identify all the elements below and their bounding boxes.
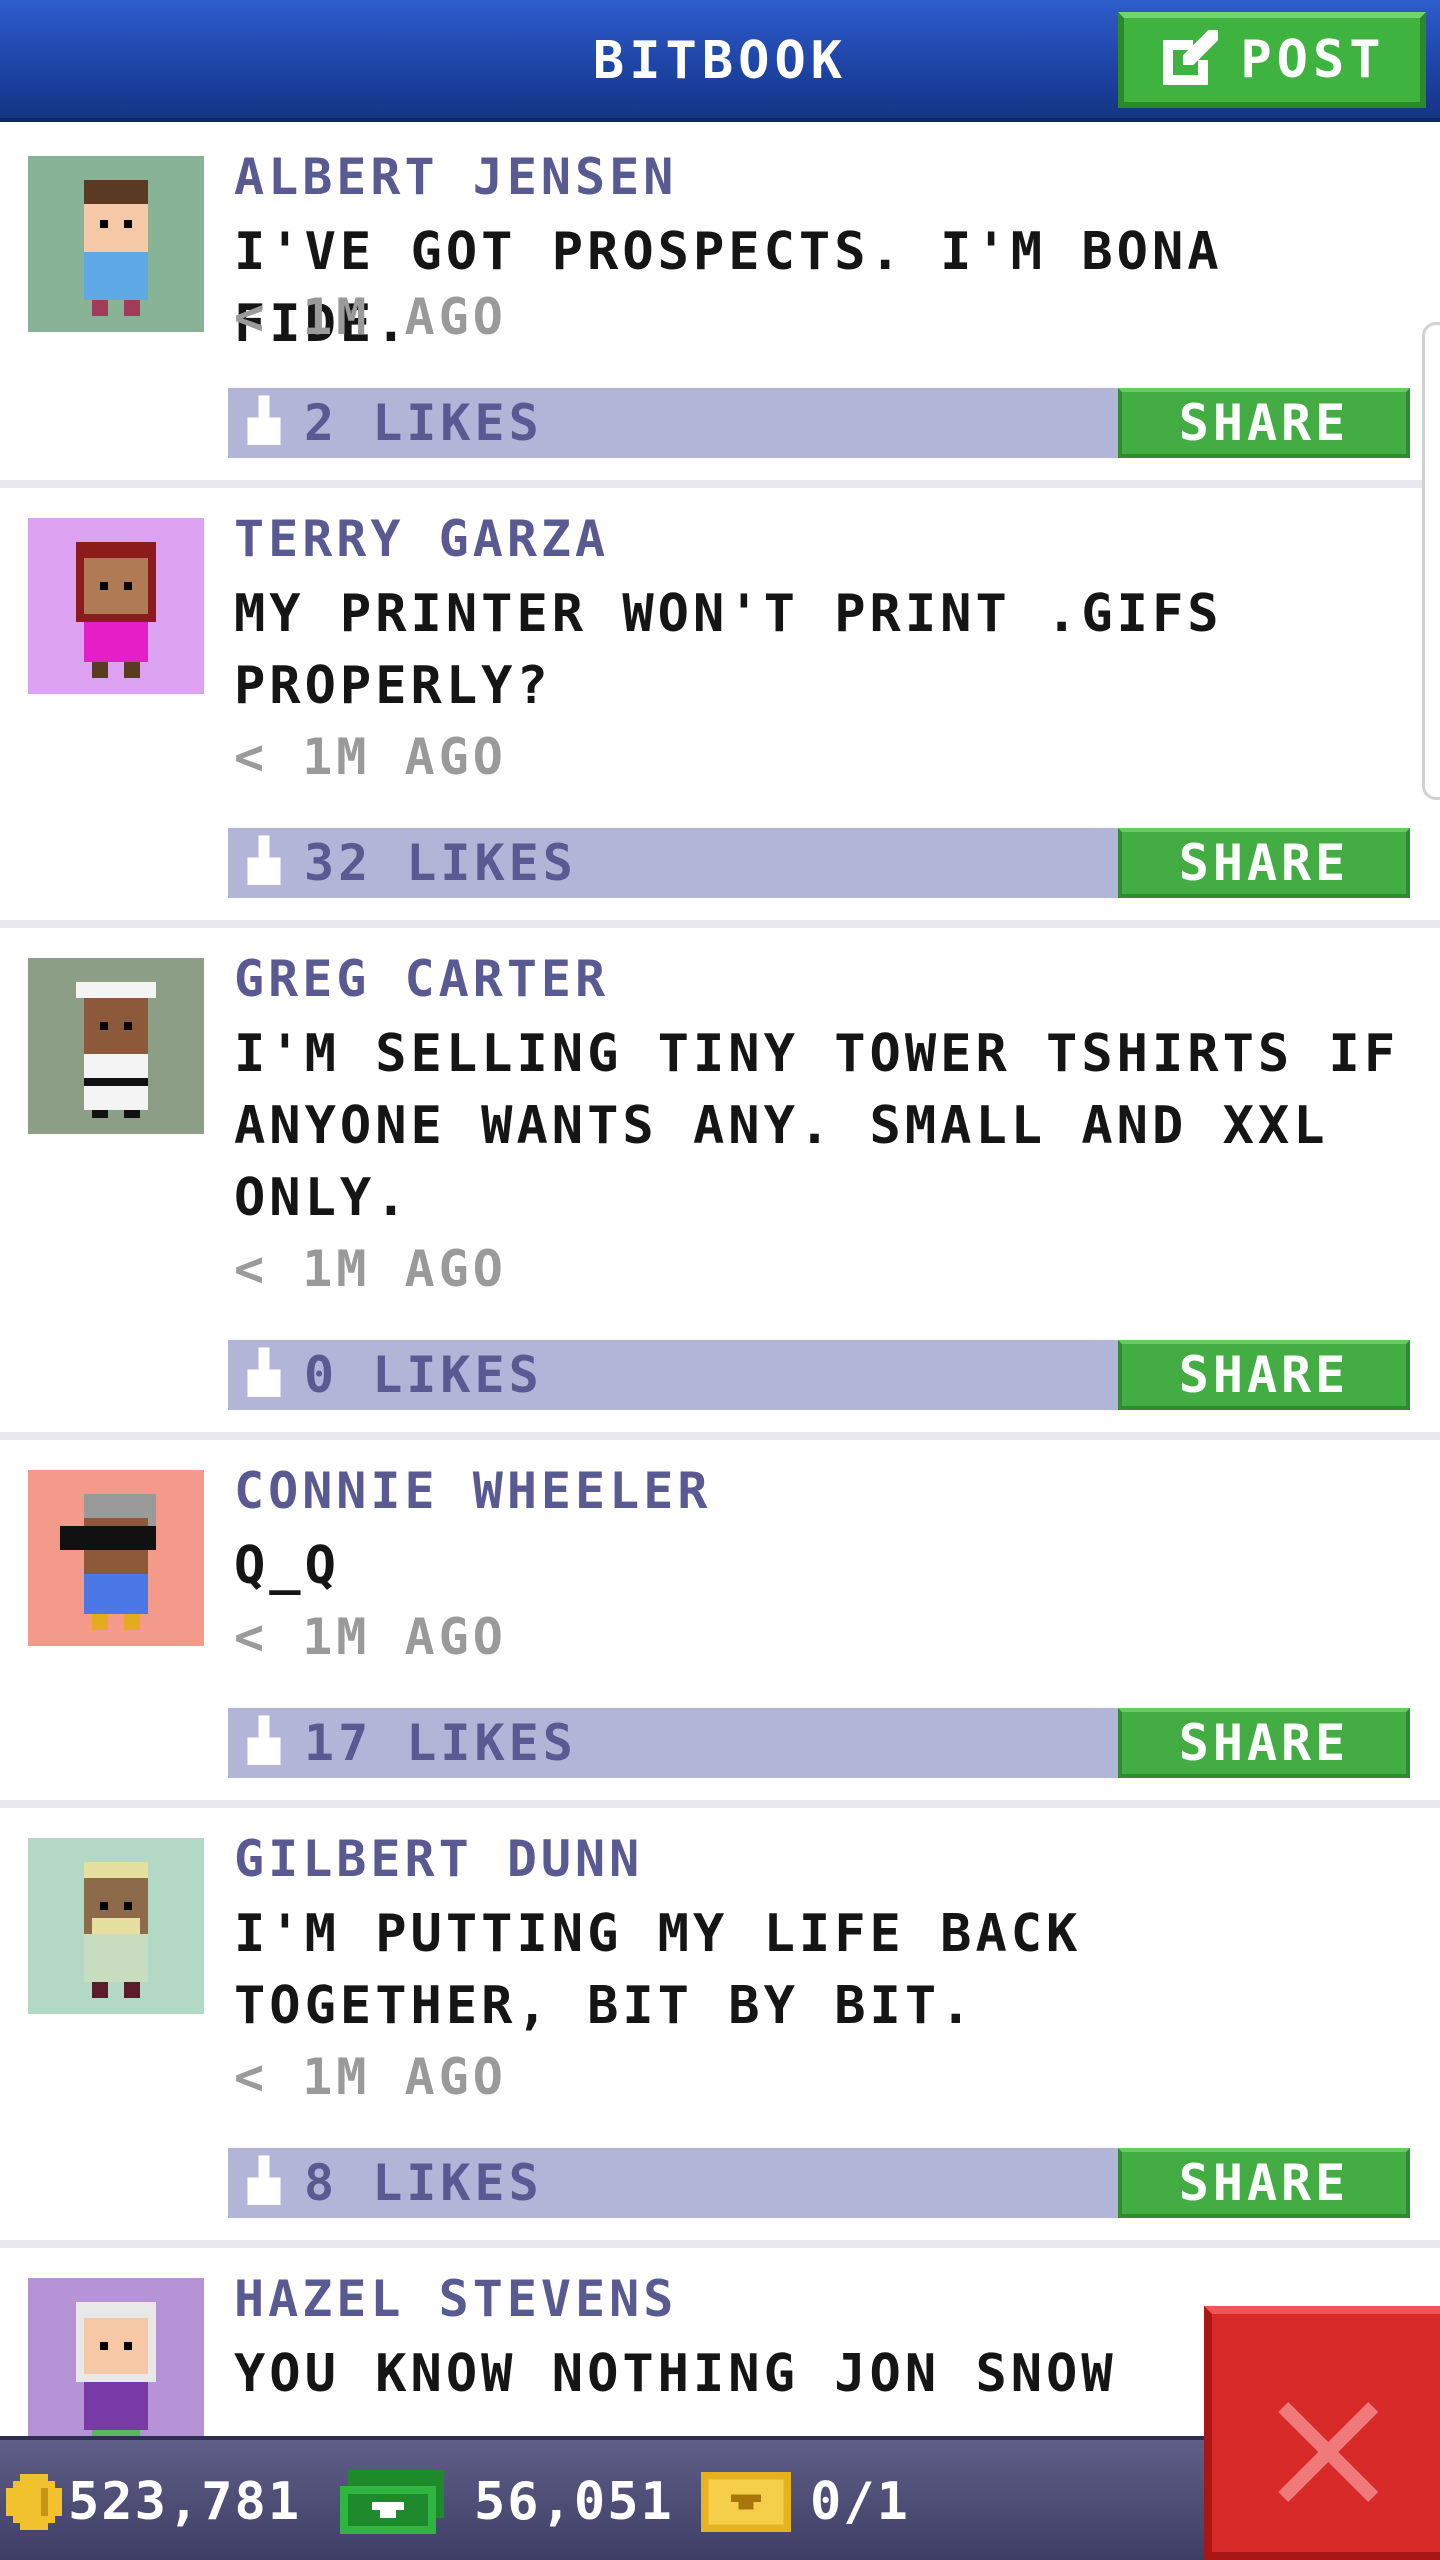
like-button[interactable]: 8 LIKES SHARE [228,2148,1410,2218]
feed[interactable]: ALBERT JENSEN I'VE GOT PROSPECTS. I'M BO… [0,126,1440,2436]
edit-icon [1163,30,1219,85]
post-author[interactable]: GILBERT DUNN [234,1830,643,1888]
post-item: GREG CARTER I'M SELLING TINY TOWER TSHIR… [0,928,1440,1440]
close-button[interactable] [1204,2306,1440,2560]
post-time: < 1M AGO [234,2048,507,2106]
post-time: < 1M AGO [234,1608,507,1666]
likes-count: 32 LIKES [304,834,577,892]
post-author[interactable]: GREG CARTER [234,950,609,1008]
header-bar: BITBOOK POST [0,0,1440,122]
post-item: GILBERT DUNN I'M PUTTING MY LIFE BACK TO… [0,1808,1440,2248]
thumbs-up-icon [247,1347,281,1397]
post-message: I'M PUTTING MY LIFE BACK TOGETHER, BIT B… [234,1904,1082,2036]
post-message: I'M SELLING TINY TOWER TSHIRTS IF ANYONE… [234,1024,1400,1228]
likes-count: 2 LIKES [304,394,543,452]
avatar[interactable] [28,1470,204,1646]
share-button[interactable]: SHARE [1118,2148,1410,2218]
share-button[interactable]: SHARE [1118,1340,1410,1410]
post-time: < 1M AGO [234,288,507,346]
post-time: < 1M AGO [234,1240,507,1298]
like-button[interactable]: 2 LIKES SHARE [228,388,1410,458]
share-button[interactable]: SHARE [1118,1708,1410,1778]
bux-display: 56,051 [340,2440,674,2560]
bux-icon [340,2470,444,2534]
post-item: TERRY GARZA MY PRINTER WON'T PRINT .GIFS… [0,488,1440,928]
post-author[interactable]: ALBERT JENSEN [234,148,677,206]
avatar[interactable] [28,518,204,694]
thumbs-up-icon [247,2155,281,2205]
coin-icon [6,2474,62,2530]
like-button[interactable]: 0 LIKES SHARE [228,1340,1410,1410]
avatar[interactable] [28,156,204,332]
avatar[interactable] [28,2278,204,2436]
ticket-icon [701,2472,791,2532]
coins-display: 523,781 [6,2440,301,2560]
post-author[interactable]: HAZEL STEVENS [234,2270,677,2328]
post-message: Q_Q [234,1536,340,1596]
post-button-label: POST [1240,30,1386,90]
post-button[interactable]: POST [1118,12,1426,108]
likes-count: 17 LIKES [304,1714,577,1772]
coins-value: 523,781 [68,2472,302,2532]
avatar[interactable] [28,958,204,1134]
thumbs-up-icon [247,1715,281,1765]
avatar[interactable] [28,1838,204,2014]
scroll-handle[interactable] [1422,322,1440,800]
post-author[interactable]: CONNIE WHEELER [234,1462,711,1520]
post-time: < 1M AGO [234,728,507,786]
like-button[interactable]: 17 LIKES SHARE [228,1708,1410,1778]
likes-count: 0 LIKES [304,1346,543,1404]
post-author[interactable]: TERRY GARZA [234,510,609,568]
like-button[interactable]: 32 LIKES SHARE [228,828,1410,898]
post-item: ALBERT JENSEN I'VE GOT PROSPECTS. I'M BO… [0,126,1440,488]
thumbs-up-icon [247,395,281,445]
bux-value: 56,051 [474,2472,674,2532]
tickets-display: 0/1 [700,2440,910,2560]
likes-count: 8 LIKES [304,2154,543,2212]
share-button[interactable]: SHARE [1118,388,1410,458]
thumbs-up-icon [247,835,281,885]
close-icon [1278,2402,1378,2502]
post-item: CONNIE WHEELER Q_Q < 1M AGO 17 LIKES SHA… [0,1440,1440,1808]
tickets-value: 0/1 [810,2472,910,2532]
share-button[interactable]: SHARE [1118,828,1410,898]
post-message: MY PRINTER WON'T PRINT .GIFS PROPERLY? [234,584,1223,716]
